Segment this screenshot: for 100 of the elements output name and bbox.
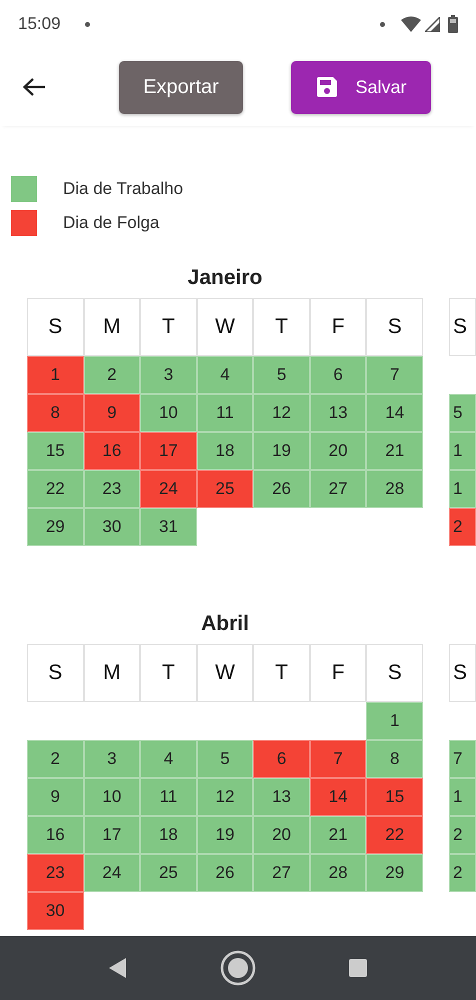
day-cell[interactable]: 7 bbox=[366, 356, 423, 394]
day-cell[interactable]: 20 bbox=[253, 816, 310, 854]
day-cell[interactable]: 22 bbox=[366, 816, 423, 854]
weekday-header: T bbox=[140, 298, 197, 356]
day-cell[interactable]: 16 bbox=[84, 432, 140, 470]
day-cell[interactable]: 9 bbox=[84, 394, 140, 432]
day-cell[interactable]: 1 bbox=[449, 470, 476, 508]
weekday-header: S bbox=[449, 298, 476, 356]
day-cell[interactable]: 19 bbox=[253, 432, 310, 470]
day-cell[interactable]: 2 bbox=[449, 508, 476, 546]
day-cell[interactable]: 15 bbox=[366, 778, 423, 816]
day-cell[interactable]: 2 bbox=[84, 356, 140, 394]
day-cell[interactable]: 5 bbox=[196, 740, 254, 778]
day-cell[interactable]: 3 bbox=[140, 356, 197, 394]
day-cell[interactable]: 22 bbox=[27, 470, 84, 508]
day-cell[interactable]: 7 bbox=[310, 740, 366, 778]
home-icon[interactable] bbox=[220, 950, 256, 986]
day-cell[interactable]: 4 bbox=[196, 356, 254, 394]
day-cell[interactable]: 12 bbox=[196, 778, 254, 816]
weekday-header: W bbox=[196, 298, 254, 356]
weekday-header: W bbox=[196, 644, 254, 702]
day-cell[interactable]: 3 bbox=[84, 740, 140, 778]
day-cell[interactable]: 1 bbox=[366, 702, 423, 740]
save-button[interactable]: Salvar bbox=[291, 60, 431, 114]
day-cell[interactable]: 28 bbox=[366, 470, 423, 508]
day-cell[interactable]: 9 bbox=[27, 778, 84, 816]
day-cell[interactable]: 8 bbox=[366, 740, 423, 778]
day-cell[interactable]: 16 bbox=[27, 816, 84, 854]
day-cell[interactable]: 1 bbox=[27, 356, 84, 394]
day-cell[interactable]: 20 bbox=[310, 432, 366, 470]
day-cell[interactable]: 12 bbox=[253, 394, 310, 432]
clock-text: 15:09 bbox=[18, 13, 61, 36]
weekday-header: T bbox=[253, 644, 310, 702]
day-cell[interactable]: 17 bbox=[84, 816, 140, 854]
day-cell[interactable]: 19 bbox=[196, 816, 254, 854]
day-cell[interactable]: 13 bbox=[310, 394, 366, 432]
day-cell[interactable]: 26 bbox=[196, 854, 254, 892]
legend-label: Dia de Trabalho bbox=[63, 178, 184, 200]
day-cell[interactable]: 10 bbox=[84, 778, 140, 816]
day-cell[interactable]: 27 bbox=[253, 854, 310, 892]
day-cell[interactable]: 21 bbox=[366, 432, 423, 470]
day-cell[interactable]: 2 bbox=[449, 816, 476, 854]
weekday-header: S bbox=[366, 644, 423, 702]
day-cell[interactable]: 4 bbox=[140, 740, 197, 778]
day-cell[interactable]: 21 bbox=[310, 816, 366, 854]
day-cell[interactable]: 27 bbox=[310, 470, 366, 508]
day-cell[interactable]: 8 bbox=[27, 394, 84, 432]
day-cell[interactable]: 26 bbox=[253, 470, 310, 508]
day-cell[interactable]: 6 bbox=[310, 356, 366, 394]
wifi-icon bbox=[401, 16, 421, 32]
day-cell[interactable]: 11 bbox=[140, 778, 197, 816]
day-cell[interactable]: 1 bbox=[449, 432, 476, 470]
legend-label: Dia de Folga bbox=[63, 212, 160, 234]
notification-dot bbox=[380, 22, 385, 26]
weekday-header: M bbox=[84, 644, 140, 702]
day-cell[interactable]: 15 bbox=[27, 432, 84, 470]
month-title: Abril bbox=[200, 611, 250, 637]
day-cell[interactable]: 1 bbox=[449, 778, 476, 816]
weekday-header: F bbox=[310, 644, 366, 702]
back-icon[interactable] bbox=[108, 957, 128, 979]
day-cell[interactable]: 2 bbox=[449, 854, 476, 892]
recents-icon[interactable] bbox=[348, 958, 368, 978]
weekday-header: S bbox=[449, 644, 476, 702]
month-title: Janeiro bbox=[186, 265, 264, 291]
notification-dot bbox=[84, 22, 90, 26]
weekday-header: S bbox=[366, 298, 423, 356]
day-cell[interactable]: 13 bbox=[253, 778, 310, 816]
day-cell[interactable]: 10 bbox=[140, 394, 197, 432]
day-cell[interactable]: 23 bbox=[84, 470, 140, 508]
back-arrow-icon[interactable] bbox=[22, 77, 46, 97]
weekday-header: S bbox=[27, 298, 84, 356]
day-cell[interactable]: 5 bbox=[253, 356, 310, 394]
day-cell[interactable]: 7 bbox=[449, 740, 476, 778]
day-cell[interactable]: 14 bbox=[310, 778, 366, 816]
day-cell[interactable]: 28 bbox=[310, 854, 366, 892]
day-cell[interactable]: 11 bbox=[196, 394, 254, 432]
weekday-header: T bbox=[140, 644, 197, 702]
day-cell[interactable]: 25 bbox=[140, 854, 197, 892]
day-cell[interactable]: 24 bbox=[84, 854, 140, 892]
battery-icon bbox=[448, 15, 458, 33]
weekday-header: M bbox=[84, 298, 140, 356]
day-cell[interactable]: 14 bbox=[366, 394, 423, 432]
day-cell[interactable]: 2 bbox=[27, 740, 84, 778]
day-cell[interactable]: 29 bbox=[27, 508, 84, 546]
day-cell[interactable]: 23 bbox=[27, 854, 84, 892]
day-cell[interactable]: 29 bbox=[366, 854, 423, 892]
weekday-header: T bbox=[253, 298, 310, 356]
day-cell[interactable]: 25 bbox=[196, 470, 254, 508]
day-cell[interactable]: 18 bbox=[196, 432, 254, 470]
weekday-header: F bbox=[310, 298, 366, 356]
export-button[interactable]: Exportar bbox=[119, 60, 243, 114]
day-cell[interactable]: 31 bbox=[140, 508, 197, 546]
day-cell[interactable]: 18 bbox=[140, 816, 197, 854]
day-cell[interactable]: 5 bbox=[449, 394, 476, 432]
day-cell[interactable]: 30 bbox=[84, 508, 140, 546]
signal-icon bbox=[425, 16, 440, 32]
day-cell[interactable]: 30 bbox=[27, 892, 84, 930]
day-cell[interactable]: 6 bbox=[253, 740, 310, 778]
day-cell[interactable]: 24 bbox=[140, 470, 197, 508]
day-cell[interactable]: 17 bbox=[140, 432, 197, 470]
